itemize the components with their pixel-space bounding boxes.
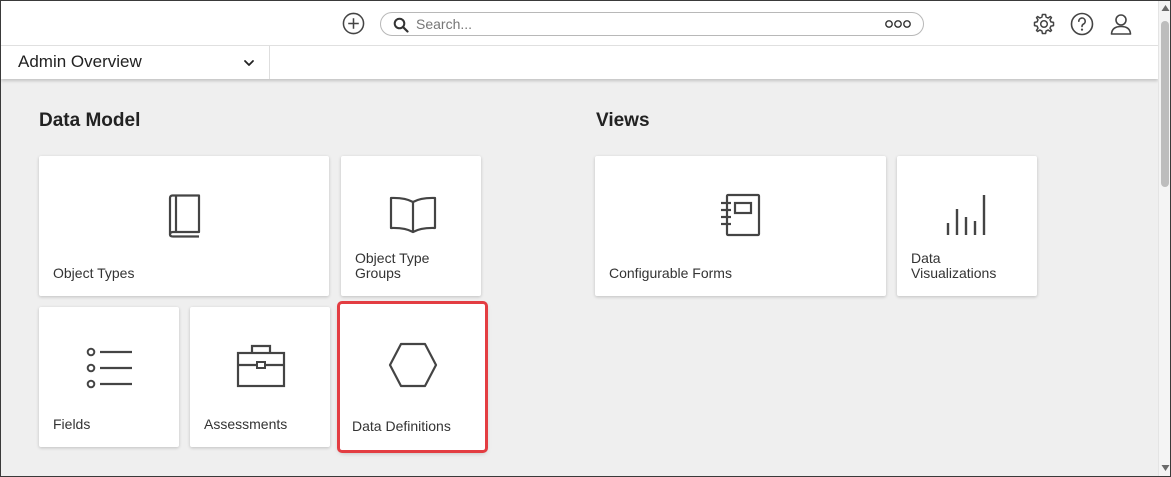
notebook-icon (721, 193, 761, 237)
card-assessments[interactable]: Assessments (190, 307, 330, 447)
scrollbar-thumb[interactable] (1161, 21, 1169, 187)
card-label-fields: Fields (53, 416, 91, 432)
gear-icon[interactable] (1032, 12, 1056, 36)
card-data-visualizations[interactable]: Data Visualizations (897, 156, 1037, 296)
card-fields[interactable]: Fields (39, 307, 179, 447)
open-book-icon (389, 196, 437, 234)
card-label-object-types: Object Types (53, 265, 135, 281)
scroll-down-arrow-icon[interactable] (1161, 464, 1170, 472)
book-icon (168, 194, 201, 238)
hexagon-icon (388, 342, 438, 388)
card-label-data-visualizations: Data Visualizations (911, 250, 997, 281)
plus-circle-icon[interactable] (342, 12, 365, 35)
app-window: Admin Overview Data Model Object Types O… (0, 0, 1171, 477)
user-icon[interactable] (1109, 12, 1133, 36)
scrollbar[interactable] (1158, 1, 1170, 476)
card-label-data-definitions: Data Definitions (352, 418, 451, 434)
views-heading: Views (596, 110, 650, 131)
card-data-definitions[interactable]: Data Definitions (337, 301, 488, 453)
search-bar (380, 12, 924, 36)
card-object-types[interactable]: Object Types (39, 156, 329, 296)
more-options-icon[interactable] (885, 19, 911, 29)
bar-chart-icon (946, 195, 986, 235)
list-icon (86, 347, 132, 389)
view-selector-label: Admin Overview (18, 52, 142, 71)
search-icon (393, 17, 409, 33)
view-selector-dropdown[interactable]: Admin Overview (1, 46, 270, 79)
briefcase-icon (236, 344, 286, 388)
sub-bar: Admin Overview (1, 46, 1158, 79)
help-icon[interactable] (1070, 12, 1094, 36)
search-input[interactable] (416, 15, 856, 33)
card-configurable-forms[interactable]: Configurable Forms (595, 156, 886, 296)
card-label-configurable-forms: Configurable Forms (609, 265, 732, 281)
card-object-type-groups[interactable]: Object Type Groups (341, 156, 481, 296)
data-model-heading: Data Model (39, 110, 141, 131)
scroll-up-arrow-icon[interactable] (1161, 4, 1170, 12)
card-label-object-type-groups: Object Type Groups (355, 250, 430, 281)
top-bar (1, 1, 1158, 46)
chevron-down-icon (244, 60, 254, 66)
card-label-assessments: Assessments (204, 416, 288, 432)
